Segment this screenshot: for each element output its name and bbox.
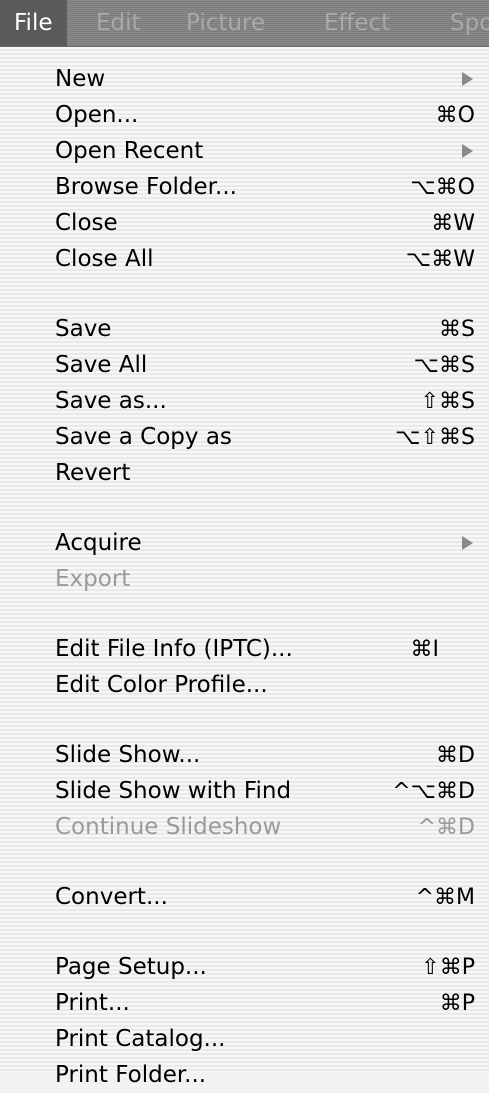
menu-item-label: New	[55, 66, 106, 92]
menu-item-shortcut: ⌘P	[439, 990, 475, 1016]
menu-item-label: Page Setup...	[55, 954, 207, 980]
menu-item-revert[interactable]: Revert	[55, 455, 475, 491]
menu-effect[interactable]: Effect	[310, 0, 404, 46]
menu-item-label: Export	[55, 566, 131, 592]
menu-item-label: Slide Show with Find	[55, 778, 292, 804]
menu-special[interactable]: Spo	[436, 0, 489, 46]
menu-item-save[interactable]: Save ⌘S	[55, 311, 475, 347]
menu-item-continue-slideshow: Continue Slideshow ^⌘D	[55, 809, 475, 845]
menu-item-label: Continue Slideshow	[55, 814, 282, 840]
menu-item-save-as[interactable]: Save as... ⇧⌘S	[55, 383, 475, 419]
menu-item-label: Save All	[55, 352, 148, 378]
menu-item-edit-file-info[interactable]: Edit File Info (IPTC)... ⌘I	[55, 631, 475, 667]
menu-item-page-setup[interactable]: Page Setup... ⇧⌘P	[55, 949, 475, 985]
menu-bar: File Edit Picture Effect Spo	[0, 0, 489, 47]
menu-item-print-folder[interactable]: Print Folder...	[55, 1057, 475, 1093]
menu-item-label: Revert	[55, 460, 131, 486]
menu-item-convert[interactable]: Convert... ^⌘M	[55, 879, 475, 915]
menu-item-shortcut: ⌥⌘S	[413, 352, 475, 378]
menu-item-label: Slide Show...	[55, 742, 201, 768]
menu-item-open[interactable]: Open... ⌘O	[55, 97, 475, 133]
menu-picture[interactable]: Picture	[172, 0, 279, 46]
submenu-arrow-icon	[462, 144, 473, 158]
menu-item-print[interactable]: Print... ⌘P	[55, 985, 475, 1021]
menu-item-label: Acquire	[55, 530, 142, 556]
menu-item-shortcut: ⌥⌘O	[410, 174, 475, 200]
menu-item-label: Edit Color Profile...	[55, 672, 268, 698]
menu-item-shortcut: ^⌘D	[417, 814, 475, 840]
menu-item-export: Export	[55, 561, 475, 597]
menu-item-shortcut: ⌘D	[436, 742, 475, 768]
menu-item-open-recent[interactable]: Open Recent	[55, 133, 475, 169]
menu-item-label: Close	[55, 210, 118, 236]
submenu-arrow-icon	[462, 72, 473, 86]
menu-item-label: Print Catalog...	[55, 1026, 226, 1052]
menu-item-label: Save	[55, 316, 112, 342]
menu-item-save-a-copy-as[interactable]: Save a Copy as ⌥⇧⌘S	[55, 419, 475, 455]
menu-item-close-all[interactable]: Close All ⌥⌘W	[55, 241, 475, 277]
menu-item-label: Browse Folder...	[55, 174, 237, 200]
menu-item-close[interactable]: Close ⌘W	[55, 205, 475, 241]
menu-item-slide-show[interactable]: Slide Show... ⌘D	[55, 737, 475, 773]
menu-item-shortcut: ⌘S	[439, 316, 475, 342]
menu-item-label: Print Folder...	[55, 1062, 207, 1088]
menu-item-slide-show-with-find[interactable]: Slide Show with Find ^⌥⌘D	[55, 773, 475, 809]
menu-item-new[interactable]: New	[55, 61, 475, 97]
menu-item-label: Edit File Info (IPTC)...	[55, 636, 293, 662]
menu-item-shortcut: ⇧⌘S	[420, 388, 475, 414]
menu-file[interactable]: File	[0, 0, 67, 46]
menu-item-shortcut: ^⌥⌘D	[392, 778, 475, 804]
menu-item-label: Print...	[55, 990, 130, 1016]
menu-item-print-catalog[interactable]: Print Catalog...	[55, 1021, 475, 1057]
menu-item-label: Close All	[55, 246, 154, 272]
menu-item-shortcut: ⌥⌘W	[405, 246, 475, 272]
menu-item-browse-folder[interactable]: Browse Folder... ⌥⌘O	[55, 169, 475, 205]
menu-item-label: Open Recent	[55, 138, 204, 164]
menu-item-shortcut: ^⌘M	[415, 884, 475, 910]
file-menu-dropdown: New Open... ⌘O Open Recent Browse Folder…	[0, 47, 489, 1088]
submenu-arrow-icon	[462, 536, 473, 550]
menu-edit[interactable]: Edit	[82, 0, 155, 46]
menu-item-shortcut: ⌘I	[410, 636, 440, 662]
menu-item-shortcut: ⌘O	[435, 102, 475, 128]
menu-item-label: Open...	[55, 102, 139, 128]
menu-item-shortcut: ⌥⇧⌘S	[395, 424, 475, 450]
menu-item-acquire[interactable]: Acquire	[55, 525, 475, 561]
menu-item-label: Save a Copy as	[55, 424, 232, 450]
menu-item-edit-color-profile[interactable]: Edit Color Profile...	[55, 667, 475, 703]
menu-item-save-all[interactable]: Save All ⌥⌘S	[55, 347, 475, 383]
menu-item-shortcut: ⌘W	[431, 210, 475, 236]
menu-item-label: Save as...	[55, 388, 167, 414]
menu-item-label: Convert...	[55, 884, 168, 910]
menu-item-shortcut: ⇧⌘P	[421, 954, 475, 980]
